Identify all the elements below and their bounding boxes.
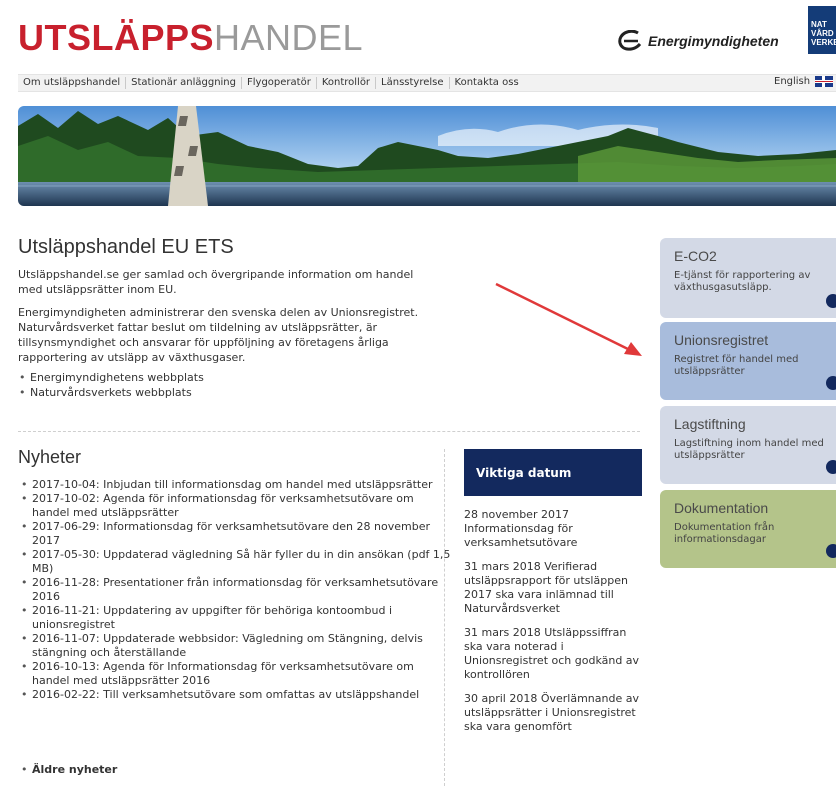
naturvardsverket-logo-text: NAT VÅRD VERKE [811, 20, 836, 47]
link-energimyndigheten[interactable]: Energimyndighetens webbplats [19, 370, 438, 385]
arrow-circle-icon [826, 376, 836, 390]
nav-item-om-utslappshandel[interactable]: Om utsläppshandel [18, 77, 127, 89]
news-heading: Nyheter [18, 447, 82, 467]
important-dates-header: Viktiga datum [464, 449, 642, 496]
external-links-list: Energimyndighetens webbplats Naturvårdsv… [18, 370, 438, 400]
news-item[interactable]: 2017-10-04: Inbjudan till informationsda… [21, 478, 452, 492]
date-entry: 28 november 2017 Informationsdag för ver… [464, 508, 578, 549]
sidebar-box-title: Dokumentation [674, 500, 769, 516]
news-item[interactable]: 2016-10-13: Agenda för Informationsdag f… [21, 660, 452, 688]
nav-item-stationar-anlaggning[interactable]: Stationär anläggning [126, 77, 242, 89]
sidebar-box-desc: Registret för handel med utsläppsrätter [674, 354, 799, 377]
body-paragraph: Energimyndigheten administrerar den sven… [18, 306, 419, 364]
nav-item-flygoperator[interactable]: Flygoperatör [242, 77, 317, 89]
hero-banner-image [18, 106, 836, 206]
section-divider [18, 431, 640, 432]
news-item[interactable]: 2016-11-07: Uppdaterade webbsidor: Vägle… [21, 632, 452, 660]
sidebar-box-desc: Lagstiftning inom handel med utsläppsrät… [674, 438, 824, 461]
nav-item-lansstyrelse[interactable]: Länsstyrelse [376, 77, 450, 89]
logo-light-text: HANDEL [214, 17, 364, 58]
language-link[interactable]: English [774, 76, 810, 87]
energimyndigheten-swoosh-icon [618, 30, 642, 51]
sidebar-box-desc: Dokumentation från informationsdagar [674, 522, 775, 545]
main-intro: Utsläppshandel EU ETS Utsläppshandel.se … [18, 236, 438, 400]
sidebar-box-unionsregistret[interactable]: Unionsregistret Registret för handel med… [660, 322, 836, 400]
date-entry: 31 mars 2018 Utsläppssiffran ska vara no… [464, 626, 640, 681]
news-item[interactable]: 2017-10-02: Agenda för informationsdag f… [21, 492, 452, 520]
energimyndigheten-logo-text: Energimyndigheten [648, 33, 779, 49]
uk-flag-icon [815, 76, 834, 87]
logo-bold-text: UTSLÄPPS [18, 17, 215, 58]
site-logo[interactable]: UTSLÄPPSHANDEL [18, 20, 363, 56]
top-navigation: Om utsläppshandel Stationär anläggning F… [18, 74, 836, 92]
sidebar-box-title: Lagstiftning [674, 416, 746, 432]
intro-paragraph: Utsläppshandel.se ger samlad och övergri… [18, 268, 414, 296]
column-divider [444, 449, 445, 786]
arrow-circle-icon [826, 294, 836, 308]
date-entry: 30 april 2018 Överlämnande av utsläppsrä… [464, 692, 639, 733]
news-item[interactable]: 2017-06-29: Informationsdag för verksamh… [21, 520, 452, 548]
link-naturvardsverket[interactable]: Naturvårdsverkets webbplats [19, 385, 438, 400]
news-list: 2017-10-04: Inbjudan till informationsda… [20, 478, 452, 702]
older-news-link[interactable]: Äldre nyheter [21, 763, 117, 776]
news-item[interactable]: 2016-11-28: Presentationer från informat… [21, 576, 452, 604]
arrow-circle-icon [826, 460, 836, 474]
naturvardsverket-logo[interactable]: NAT VÅRD VERKE [808, 6, 836, 54]
nav-item-kontrollor[interactable]: Kontrollör [317, 77, 377, 89]
news-item[interactable]: 2017-05-30: Uppdaterad vägledning Så här… [21, 548, 452, 576]
news-item[interactable]: 2016-11-21: Uppdatering av uppgifter för… [21, 604, 452, 632]
news-item[interactable]: 2016-02-22: Till verksamhetsutövare som … [21, 688, 452, 702]
nav-item-kontakta-oss[interactable]: Kontakta oss [450, 77, 524, 89]
energimyndigheten-logo[interactable]: Energimyndigheten [616, 30, 779, 52]
sidebar-box-desc: E-tjänst för rapportering av växthusgasu… [674, 270, 811, 293]
sidebar-box-lagstiftning[interactable]: Lagstiftning Lagstiftning inom handel me… [660, 406, 836, 484]
arrow-circle-icon [826, 544, 836, 558]
date-entry: 31 mars 2018 Verifierad utsläppsrapport … [464, 560, 628, 615]
sidebar-box-dokumentation[interactable]: Dokumentation Dokumentation från informa… [660, 490, 836, 568]
language-switch[interactable]: English [774, 76, 834, 87]
sidebar-box-e-co2[interactable]: E-CO2 E-tjänst för rapportering av växth… [660, 238, 836, 318]
lake-forest-illustration [18, 106, 836, 206]
sidebar-box-title: E-CO2 [674, 248, 717, 264]
sidebar-box-title: Unionsregistret [674, 332, 769, 348]
important-dates-list: 28 november 2017 Informationsdag för ver… [464, 508, 642, 744]
page-title: Utsläppshandel EU ETS [18, 236, 234, 258]
